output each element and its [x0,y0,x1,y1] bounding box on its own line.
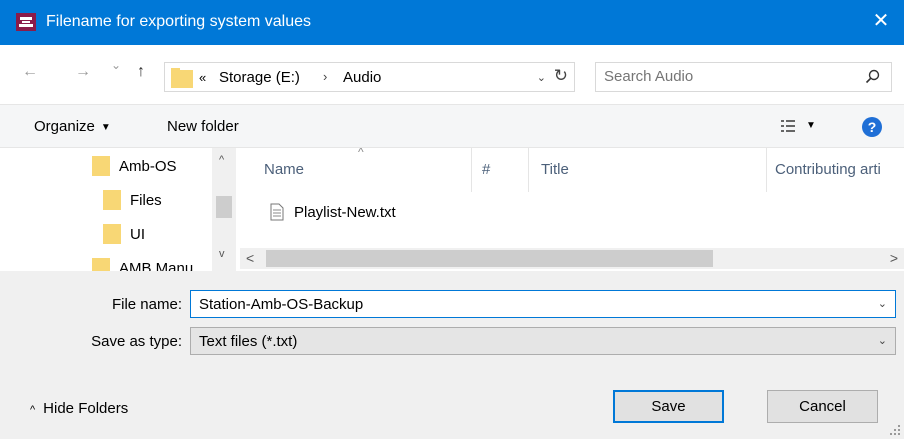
file-name: Playlist-New.txt [294,203,396,221]
column-header-contributing-artists[interactable]: Contributing arti [767,148,904,192]
organize-label: Organize [34,118,95,135]
column-header-label: Contributing arti [775,161,881,178]
title-bar: Filename for exporting system values ✕ [0,0,904,45]
save-form-area: File name: Station-Amb-OS-Backup ⌄ Save … [0,271,904,439]
chevron-down-icon[interactable]: ⌄ [878,334,887,347]
column-header-label: Name [264,161,305,178]
tree-item-ui[interactable]: UI [103,224,145,244]
folder-icon [92,156,110,176]
tree-item-files[interactable]: Files [103,190,162,210]
recent-locations-button[interactable]: ⌄ [111,58,121,72]
organize-caret-icon: ▼ [100,122,111,133]
save-as-type-select[interactable]: Text files (*.txt) ⌄ [190,327,896,355]
tree-item-label: Amb-OS [119,157,177,175]
folder-icon [92,258,110,271]
file-name-field[interactable]: Station-Amb-OS-Backup ⌄ [190,290,896,318]
save-button[interactable]: Save [613,390,724,423]
scroll-right-arrow-icon[interactable]: > [890,250,898,266]
file-name-label: File name: [111,296,182,313]
save-as-type-label: Save as type: [91,333,182,350]
breadcrumb-audio[interactable]: Audio [343,69,381,86]
breadcrumb-overflow[interactable]: « [199,70,206,85]
tree-item-label: AMB Manu [119,259,194,272]
address-dropdown-icon[interactable]: ⌄ [537,71,546,84]
search-icon[interactable] [865,69,881,85]
file-row[interactable]: Playlist-New.txt [270,200,396,224]
app-icon [16,13,36,31]
forward-button[interactable]: → [75,63,91,81]
new-folder-button[interactable]: New folder [167,118,239,135]
search-input[interactable] [604,68,844,85]
column-header-label: Title [541,161,569,178]
folder-icon [103,190,121,210]
column-header-name[interactable]: Name ^ [240,148,472,192]
file-list-pane: Name ^ # Title Contributing arti Playlis… [240,148,904,271]
hide-folders-label: Hide Folders [43,400,129,417]
search-box[interactable] [595,62,892,92]
chevron-up-icon: ^ [30,404,36,416]
chevron-down-icon[interactable]: ⌄ [878,297,887,310]
horizontal-scrollbar[interactable]: < > [240,248,904,269]
text-file-icon [270,203,284,221]
address-bar[interactable]: « Storage (E:) › Audio ⌄ ↻ [164,62,575,92]
column-header-title[interactable]: Title [529,148,767,192]
help-button[interactable]: ? [862,117,882,137]
breadcrumb-storage[interactable]: Storage (E:) [219,69,300,86]
tree-item-label: UI [130,225,145,243]
navigation-pane: Amb-OS Files UI AMB Manu ^ v [0,148,240,271]
column-header-label: # [482,161,491,178]
organize-menu[interactable]: Organize ▼ [34,118,111,135]
up-button[interactable]: ↑ [137,63,145,81]
tree-scrollbar[interactable]: ^ v [212,148,236,271]
view-options-caret-icon[interactable]: ▼ [806,120,816,131]
column-header-number[interactable]: # [472,148,529,192]
folder-icon [171,68,193,88]
command-toolbar: Organize ▼ New folder ▼ ? [0,104,904,148]
save-as-type-value: Text files (*.txt) [199,333,298,350]
scroll-left-arrow-icon[interactable]: < [246,250,254,266]
close-button[interactable]: ✕ [858,0,904,45]
sort-ascending-icon: ^ [358,148,364,159]
breadcrumb-separator[interactable]: › [323,69,327,84]
address-row: ← → ⌄ ↑ « Storage (E:) › Audio ⌄ ↻ [0,45,904,104]
window-title: Filename for exporting system values [46,13,311,30]
view-options-icon[interactable] [781,119,795,133]
tree-item-amb-manu[interactable]: AMB Manu [92,258,193,271]
tree-item-amb-os[interactable]: Amb-OS [92,156,177,176]
tree-item-label: Files [130,191,162,209]
hide-folders-button[interactable]: ^ Hide Folders [30,400,128,417]
cancel-button[interactable]: Cancel [767,390,878,423]
back-button[interactable]: ← [22,63,38,81]
scroll-up-arrow-icon[interactable]: ^ [219,154,224,166]
scroll-thumb[interactable] [216,196,232,218]
resize-grip-icon[interactable] [890,425,900,435]
scroll-thumb[interactable] [266,250,713,267]
folder-icon [103,224,121,244]
file-name-value[interactable]: Station-Amb-OS-Backup [199,296,363,313]
refresh-icon[interactable]: ↻ [554,66,568,86]
scroll-down-arrow-icon[interactable]: v [219,248,225,260]
